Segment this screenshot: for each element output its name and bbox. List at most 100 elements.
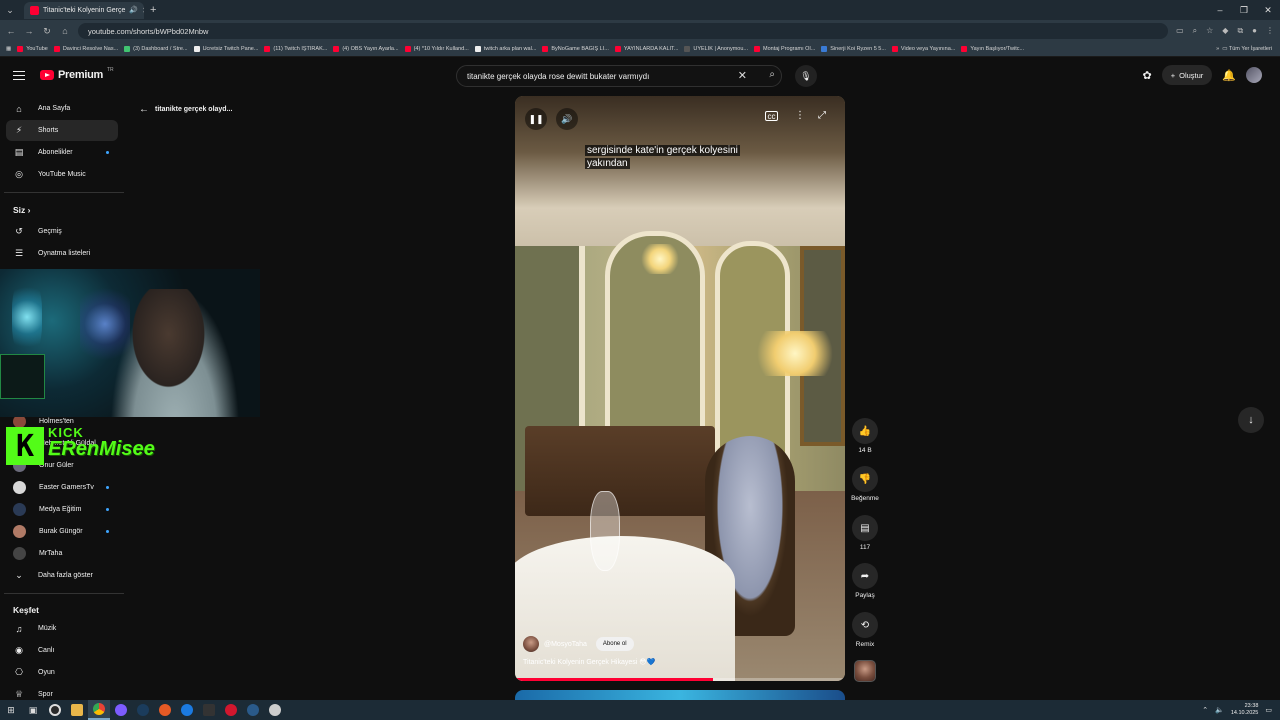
channel-handle[interactable]: @MosyoTaha [544,641,587,648]
back-icon[interactable]: ← [6,26,16,36]
steam2-app-icon[interactable] [242,700,264,720]
more-options-icon[interactable]: ⋮ [795,110,805,121]
bookmark[interactable]: twitch arka plan wal... [474,46,536,52]
extensions-puzzle-icon[interactable]: ⧉ [1237,26,1243,36]
sidebar-show-more[interactable]: ⌄ Daha fazla göster [6,565,118,586]
teamviewer-app-icon[interactable] [176,700,198,720]
star-icon[interactable]: ☆ [1206,26,1213,36]
cast-gear-icon[interactable]: ✿ [1143,69,1152,82]
tray-overflow-icon[interactable]: ⌃ [1202,706,1208,714]
extension-icon[interactable]: ◆ [1222,26,1228,36]
zoom-icon[interactable]: ⌕ [1193,26,1197,36]
davinci-app-icon[interactable] [154,700,176,720]
search-input[interactable]: titanikte gerçek olayda rose dewitt buka… [467,72,649,81]
account-avatar[interactable] [1246,67,1262,83]
cloud-app-icon[interactable] [264,700,286,720]
file-explorer-icon[interactable] [66,700,88,720]
bookmark[interactable]: (4) OBS Yayın Ayarla... [333,46,399,52]
steam-app-icon[interactable] [132,700,154,720]
captions-icon[interactable]: cc [765,111,778,121]
chrome-app-icon[interactable] [88,700,110,720]
sidebar-sub-channel[interactable]: Easter GamersTv [6,477,118,498]
bookmark[interactable]: Ücretsiz Twitch Pane... [193,46,258,52]
video-title[interactable]: Titanic'teki Kolyenin Gerçek Hikayesi 😳💙 [523,658,655,666]
sidebar-section-you[interactable]: Siz › [13,205,31,215]
clock[interactable]: 23:38 14.10.2025 [1231,703,1259,717]
youtube-premium-logo[interactable]: Premium TR [40,67,114,81]
volume-tray-icon[interactable]: 🔈 [1215,706,1224,714]
dislike-button[interactable]: 👎 Beğenme [846,466,884,502]
reload-icon[interactable]: ↻ [42,26,52,37]
opera-app-icon[interactable] [220,700,242,720]
browser-tab[interactable]: Titanic'teki Kolyenin Gerçe 🔊 ✕ [24,1,144,19]
home-icon[interactable]: ⌂ [60,26,70,36]
obs-app-icon[interactable] [44,700,66,720]
speaker-icon[interactable]: 🔊 [129,6,138,14]
tab-search-icon[interactable]: ⌄ [0,0,20,20]
clear-search-icon[interactable]: ✕ [738,69,747,82]
bookmark[interactable]: YAYINLARDA KALIT... [614,46,678,52]
next-video-arrow-down-icon[interactable]: ↓ [1238,407,1264,433]
bookmark[interactable]: (3) Dashboard / Stre... [124,46,188,52]
sidebar-item-live[interactable]: ◉ Canlı [6,640,118,661]
bookmark[interactable]: (11) Twitch İŞTIRAK... [264,46,327,52]
sidebar-item-home[interactable]: ⌂ Ana Sayfa [6,98,118,119]
search-box[interactable]: titanikte gerçek olayda rose dewitt buka… [456,65,782,87]
sidebar-sub-channel[interactable]: Medya Eğitim [6,499,118,520]
sidebar-sub-channel[interactable]: MrTaha [6,543,118,564]
forward-icon[interactable]: → [24,26,34,36]
url-field[interactable]: youtube.com/shorts/bWPbd02Mnbw [78,23,1169,39]
fullscreen-icon[interactable]: ⤢ [818,110,826,121]
sound-avatar[interactable] [854,660,876,682]
cast-icon[interactable]: ▭ [1176,26,1184,36]
channel-avatar[interactable] [523,636,539,652]
guide-menu-icon[interactable] [13,71,25,80]
terminal-app-icon[interactable] [198,700,220,720]
window-close-icon[interactable]: ✕ [1256,0,1280,20]
sidebar-item-gaming[interactable]: ⎔ Oyun [6,662,118,683]
bookmark[interactable]: Davinci Resolve Nas... [53,46,118,52]
back-to-search-link[interactable]: ← titanikte gerçek olayd... [139,104,232,115]
tab-close-icon[interactable]: ✕ [142,6,144,15]
minimize-icon[interactable]: – [1208,0,1232,20]
new-tab-icon[interactable]: + [150,4,156,16]
notification-center-icon[interactable]: ▭ [1265,706,1272,714]
sidebar-sub-channel[interactable]: Burak Güngör [6,521,118,542]
search-icon[interactable]: ⌕ [769,69,775,80]
create-button[interactable]: + Oluştur [1161,65,1213,85]
browser-menu-icon[interactable]: ⋮ [1266,26,1274,36]
sidebar-item-music[interactable]: ♫ Müzik [6,618,118,639]
sidebar-item-subscriptions[interactable]: ▤ Abonelikler [6,142,118,163]
bookmark[interactable]: YouTube [17,46,48,52]
bookmark[interactable]: ÜYELİK | Anonymou... [684,46,748,52]
video-progress-bar[interactable] [515,678,845,681]
next-short-preview[interactable] [515,690,845,700]
apps-grid-icon[interactable]: ▦ [6,46,11,52]
sidebar-item-youtube-music[interactable]: ◎ YouTube Music [6,164,118,185]
bookmark[interactable]: ByNoGame BAĞIŞ Lİ... [542,46,609,52]
bookmark[interactable]: Montaj Programı Ol... [754,46,815,52]
pause-icon[interactable]: ❚❚ [525,108,547,130]
share-button[interactable]: ➦ Paylaş [846,563,884,599]
sidebar-sub-channel[interactable]: Onur Güler [6,455,118,476]
windows-start-icon[interactable]: ⊞ [0,700,22,720]
subscribe-button[interactable]: Abone ol [595,637,634,651]
sidebar-item-playlists[interactable]: ☰ Oynatma listeleri [6,243,118,264]
bookmark[interactable]: Yayın Başlıyor/Twitc... [961,46,1024,52]
discord-app-icon[interactable] [110,700,132,720]
all-bookmarks[interactable]: » ▭ Tüm Yer İşaretleri [1216,46,1280,52]
shorts-video-player[interactable]: ❚❚ 🔊 cc ⋮ ⤢ sergisinde kate'in gerçek ko… [515,96,845,681]
comments-button[interactable]: ▤ 117 [846,515,884,551]
sidebar-item-history[interactable]: ↺ Geçmiş [6,221,118,242]
maximize-icon[interactable]: ❐ [1232,0,1256,20]
notifications-bell-icon[interactable]: 🔔 [1222,69,1236,82]
profile-icon[interactable]: ● [1252,26,1257,36]
bookmark[interactable]: (4) *10 Yıldır Kulland... [404,46,469,52]
like-button[interactable]: 👍 14 B [846,418,884,454]
volume-icon[interactable]: 🔊 [556,108,578,130]
sidebar-sub-channel[interactable]: Mehmet Ali Güldal [6,433,118,454]
microphone-icon[interactable]: 🎙 [795,65,817,87]
task-view-icon[interactable]: ▣ [22,700,44,720]
remix-button[interactable]: ⟲ Remix [846,612,884,648]
bookmark[interactable]: Video veya Yayınına... [891,46,955,52]
